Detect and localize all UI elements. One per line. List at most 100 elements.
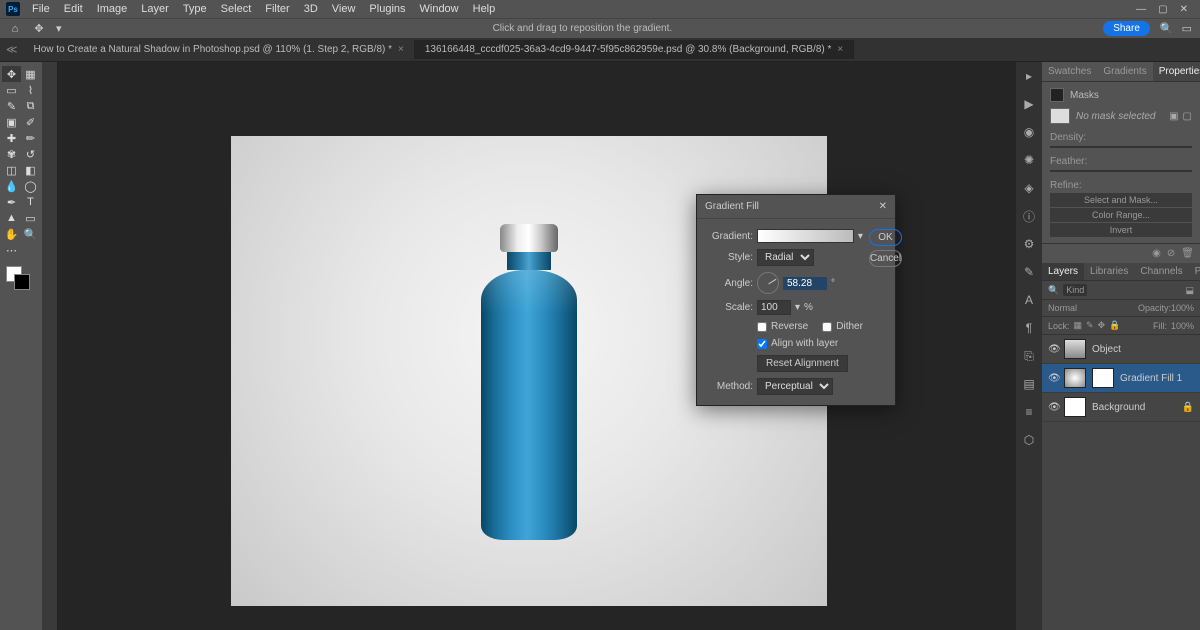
lock-position-icon[interactable]: ✥: [1098, 320, 1106, 331]
filter-kind-select[interactable]: Kind: [1063, 284, 1087, 296]
layer-name[interactable]: Object: [1092, 344, 1121, 355]
home-icon[interactable]: ⌂: [8, 22, 22, 36]
lock-pixels-icon[interactable]: ✎: [1086, 320, 1094, 331]
layer-row[interactable]: 👁 Gradient Fill 1: [1042, 364, 1200, 393]
tab-swatches[interactable]: Swatches: [1042, 62, 1097, 81]
tab-channels[interactable]: Channels: [1134, 263, 1188, 280]
density-slider[interactable]: [1050, 146, 1192, 148]
paths-panel-icon[interactable]: ⬡: [1021, 432, 1037, 448]
angle-input[interactable]: 58.28: [783, 277, 827, 290]
workspace-icon[interactable]: ▭: [1182, 22, 1192, 35]
artboard-tool[interactable]: ▦: [21, 66, 40, 82]
fill-value[interactable]: 100%: [1171, 321, 1194, 331]
style-select[interactable]: Radial: [757, 249, 814, 266]
styles-panel-icon[interactable]: ◈: [1021, 180, 1037, 196]
layers-panel-icon[interactable]: ▤: [1021, 376, 1037, 392]
minimize-icon[interactable]: —: [1136, 4, 1146, 15]
menu-view[interactable]: View: [326, 1, 362, 17]
search-icon[interactable]: 🔍: [1160, 22, 1174, 35]
reverse-checkbox[interactable]: Reverse: [757, 321, 808, 332]
ok-button[interactable]: OK: [869, 229, 902, 246]
method-select[interactable]: Perceptual: [757, 378, 833, 395]
layer-name[interactable]: Background: [1092, 402, 1145, 413]
apply-mask-icon[interactable]: ◉: [1152, 248, 1161, 259]
tab-close-icon[interactable]: ×: [398, 44, 404, 55]
blend-mode-select[interactable]: Normal: [1048, 303, 1077, 313]
align-checkbox[interactable]: Align with layer: [757, 338, 838, 349]
layer-row[interactable]: 👁 Object: [1042, 335, 1200, 364]
dither-checkbox[interactable]: Dither: [822, 321, 863, 332]
share-button[interactable]: Share: [1103, 21, 1150, 36]
brushes-panel-icon[interactable]: ✎: [1021, 264, 1037, 280]
clone-tool[interactable]: ✾: [2, 146, 21, 162]
menu-file[interactable]: File: [26, 1, 56, 17]
menu-type[interactable]: Type: [177, 1, 213, 17]
disable-mask-icon[interactable]: ⊘: [1167, 248, 1175, 259]
blur-tool[interactable]: 💧: [2, 178, 21, 194]
channels-panel-icon[interactable]: ≡: [1021, 404, 1037, 420]
tab-scroll-left[interactable]: ≪: [0, 43, 24, 56]
layer-mask-thumbnail[interactable]: [1092, 368, 1114, 388]
dodge-tool[interactable]: ◯: [21, 178, 40, 194]
history-brush-tool[interactable]: ↺: [21, 146, 40, 162]
layer-thumbnail[interactable]: [1064, 368, 1086, 388]
scale-dropdown[interactable]: ▾: [795, 302, 800, 313]
tool-preset-dropdown[interactable]: ▾: [56, 22, 62, 35]
char-panel-icon[interactable]: A: [1021, 292, 1037, 308]
filter-kind-icon[interactable]: 🔍: [1048, 285, 1059, 296]
marquee-tool[interactable]: ▭: [2, 82, 21, 98]
adjustments-panel-icon[interactable]: ✺: [1021, 152, 1037, 168]
menu-window[interactable]: Window: [414, 1, 465, 17]
lasso-tool[interactable]: ⌇: [21, 82, 40, 98]
layer-row[interactable]: 👁 Background 🔒: [1042, 393, 1200, 422]
tab-libraries[interactable]: Libraries: [1084, 263, 1134, 280]
actions-panel-icon[interactable]: ▶: [1021, 96, 1037, 112]
visibility-icon[interactable]: 👁: [1048, 402, 1058, 413]
gradient-tool[interactable]: ◧: [21, 162, 40, 178]
tab-layers[interactable]: Layers: [1042, 263, 1084, 280]
feather-slider[interactable]: [1050, 170, 1192, 172]
paragraph-panel-icon[interactable]: ¶: [1021, 320, 1037, 336]
menu-help[interactable]: Help: [467, 1, 502, 17]
mask-thumbnail[interactable]: [1050, 108, 1070, 124]
color-panel-icon[interactable]: ◉: [1021, 124, 1037, 140]
type-tool[interactable]: T: [21, 194, 40, 210]
lock-transparent-icon[interactable]: ▦: [1074, 320, 1083, 331]
menu-plugins[interactable]: Plugins: [363, 1, 411, 17]
menu-edit[interactable]: Edit: [58, 1, 89, 17]
quick-select-tool[interactable]: ✎: [2, 98, 21, 114]
edit-toolbar[interactable]: ⋯: [2, 242, 21, 258]
visibility-icon[interactable]: 👁: [1048, 373, 1058, 384]
add-pixel-mask-icon[interactable]: ▣: [1169, 111, 1178, 122]
zoom-tool[interactable]: 🔍: [21, 226, 40, 242]
brush-tool[interactable]: ✏: [21, 130, 40, 146]
menu-filter[interactable]: Filter: [259, 1, 295, 17]
tab-gradients[interactable]: Gradients: [1097, 62, 1152, 81]
invert-button[interactable]: Invert: [1050, 223, 1192, 237]
move-tool[interactable]: ✥: [2, 66, 21, 82]
document-tab[interactable]: 136166448_cccdf025-36a3-4cd9-9447-5f95c8…: [415, 40, 854, 59]
history-panel-icon[interactable]: ▸: [1021, 68, 1037, 84]
add-vector-mask-icon[interactable]: ▢: [1183, 111, 1192, 122]
move-tool-icon[interactable]: ✥: [32, 22, 46, 36]
dialog-close-icon[interactable]: ✕: [879, 201, 887, 212]
opacity-value[interactable]: 100%: [1171, 303, 1194, 313]
info-panel-icon[interactable]: ⓘ: [1021, 208, 1037, 224]
color-range-button[interactable]: Color Range...: [1050, 208, 1192, 222]
gradient-swatch[interactable]: [757, 229, 854, 243]
reset-alignment-button[interactable]: Reset Alignment: [757, 355, 848, 372]
scale-input[interactable]: [757, 300, 791, 315]
filter-toggle[interactable]: ⬓: [1185, 285, 1194, 296]
menu-select[interactable]: Select: [215, 1, 258, 17]
close-icon[interactable]: ✕: [1180, 4, 1188, 15]
pen-tool[interactable]: ✒: [2, 194, 21, 210]
properties-panel-icon[interactable]: ⚙: [1021, 236, 1037, 252]
visibility-icon[interactable]: 👁: [1048, 344, 1058, 355]
path-select-tool[interactable]: ▲: [2, 210, 21, 226]
gradient-dropdown[interactable]: ▾: [858, 231, 863, 242]
eraser-tool[interactable]: ◫: [2, 162, 21, 178]
hand-tool[interactable]: ✋: [2, 226, 21, 242]
eyedropper-tool[interactable]: ✐: [21, 114, 40, 130]
layer-name[interactable]: Gradient Fill 1: [1120, 373, 1182, 384]
glyphs-panel-icon[interactable]: ⎘: [1021, 348, 1037, 364]
